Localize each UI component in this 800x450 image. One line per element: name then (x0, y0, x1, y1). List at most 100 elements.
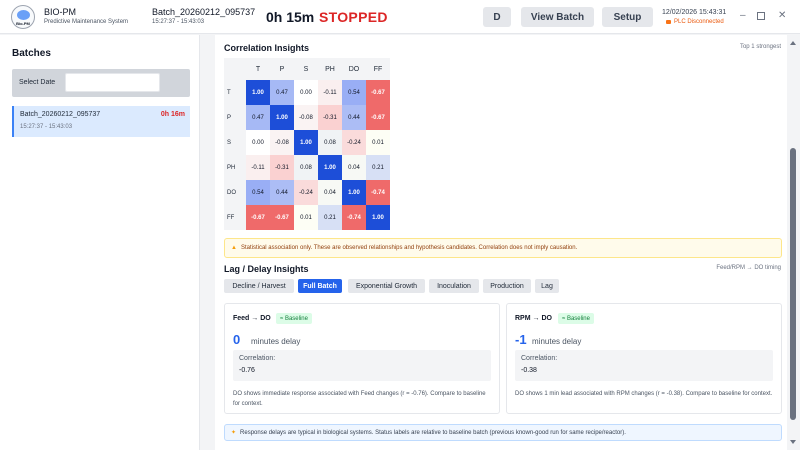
heatmap-cell: 0.08 (294, 155, 318, 180)
heatmap-cell: 0.00 (246, 130, 270, 155)
scroll-up-icon[interactable] (790, 41, 796, 45)
correlation-box: Correlation: -0.38 (515, 350, 773, 381)
heatmap-col-label: FF (373, 65, 383, 73)
heatmap-cell: 0.44 (342, 105, 366, 130)
app-logo: Bio-PM (11, 5, 35, 29)
heatmap-col-label: DO (348, 65, 360, 73)
maximize-icon[interactable] (757, 12, 765, 20)
heatmap-cell: -0.67 (270, 205, 294, 230)
heatmap-cell: -0.08 (294, 105, 318, 130)
heatmap-col-label: T (255, 65, 261, 73)
batches-sidebar: Batches Select Date Batch_20260212_09573… (0, 35, 200, 450)
heatmap-cell: -0.67 (366, 80, 390, 105)
heatmap-row-label: P (227, 114, 232, 121)
sidebar-title: Batches (12, 48, 51, 59)
main-content: Correlation Insights Top 1 strongest T T P… (215, 35, 789, 450)
tab-inoculation[interactable]: Inoculation (429, 279, 479, 293)
correlation-heatmap: T T P P S S PH PH DO DO FF FF 1.00 0.47 0.00 -0.11 0.54-… (224, 58, 390, 230)
info-note-text: Response delays are typical in biologica… (240, 429, 626, 436)
heatmap-cell: -0.67 (366, 105, 390, 130)
date-filter: Select Date (12, 69, 190, 97)
lag-unit: minutes delay (532, 337, 582, 346)
heatmap-cell: 0.04 (342, 155, 366, 180)
correlation-value: -0.38 (521, 367, 537, 374)
heatmap-row-label: PH (227, 164, 236, 171)
scroll-down-icon[interactable] (790, 440, 796, 444)
main-scrollbar[interactable] (787, 35, 800, 450)
heatmap-cell: -0.31 (270, 155, 294, 180)
heatmap-cell: 0.47 (270, 80, 294, 105)
tab-decline-harvest[interactable]: Decline / Harvest (224, 279, 294, 293)
scroll-thumb[interactable] (790, 148, 796, 420)
baseline-badge: ≈ Baseline (558, 313, 594, 324)
warning-icon: ▲ (231, 245, 237, 251)
current-datetime: 12/02/2026 15:43:31 (662, 9, 727, 16)
date-label: Select Date (19, 79, 56, 86)
heatmap-cell: 0.21 (318, 205, 342, 230)
lag-description: DO shows 1 min lead associated with RPM … (515, 391, 773, 397)
heatmap-cell: -0.24 (294, 180, 318, 205)
correlation-label: Correlation: (239, 355, 276, 362)
plc-status: PLC Disconnected (666, 19, 724, 25)
heatmap-col-label: PH (325, 65, 335, 73)
heatmap-cell: 1.00 (318, 155, 342, 180)
run-status: STOPPED (319, 9, 388, 25)
plc-status-icon (666, 20, 671, 24)
heatmap-col-label: S (303, 65, 309, 73)
heatmap-cell: 0.44 (270, 180, 294, 205)
app-header: Bio-PM BIO-PM Predictive Maintenance Sys… (0, 0, 800, 34)
heatmap-cell: 0.01 (366, 130, 390, 155)
tab-exponential-growth[interactable]: Exponential Growth (348, 279, 425, 293)
heatmap-row-label: T (227, 89, 231, 96)
lag-unit: minutes delay (251, 337, 301, 346)
correlation-box: Correlation: -0.76 (233, 350, 491, 381)
current-batch-time: 15:27:37 - 15:43:03 (152, 19, 205, 25)
lag-card-title: RPM → DO (515, 315, 552, 322)
lag-description: DO shows immediate response associated w… (233, 391, 486, 407)
tab-full-batch[interactable]: Full Batch (298, 279, 342, 293)
lightbulb-icon: ✦ (231, 430, 237, 436)
heatmap-cell: 0.08 (318, 130, 342, 155)
minimize-icon[interactable]: – (740, 10, 746, 22)
lag-card-rpm-do: RPM → DO ≈ Baseline -1 minutes delay Cor… (506, 303, 782, 414)
heatmap-col-label: P (279, 65, 285, 73)
heatmap-cell: 0.01 (294, 205, 318, 230)
lag-value: -1 (515, 332, 527, 347)
heatmap-cell: -0.24 (342, 130, 366, 155)
batch-runtime: 0h 15m (266, 9, 315, 25)
heatmap-cell: 1.00 (246, 80, 270, 105)
batch-item-duration: 0h 16m (160, 111, 185, 118)
heatmap-cell: -0.11 (318, 80, 342, 105)
heatmap-cell: 0.04 (318, 180, 342, 205)
lag-right-label: Feed/RPM → DO timing (716, 265, 781, 271)
heatmap-cell: -0.74 (366, 180, 390, 205)
d-button[interactable]: D (483, 7, 511, 27)
correlation-value: -0.76 (239, 367, 255, 374)
tab-production[interactable]: Production (483, 279, 531, 293)
view-batch-button[interactable]: View Batch (521, 7, 594, 27)
disclaimer-text: Statistical association only. These are … (240, 245, 578, 251)
lag-card-feed-do: Feed → DO ≈ Baseline 0 minutes delay Cor… (224, 303, 500, 414)
app-subtitle: Predictive Maintenance System (44, 19, 129, 25)
correlation-title: Correlation Insights (224, 43, 310, 53)
batch-list-item[interactable]: Batch_20260212_095737 0h 16m 15:27:37 - … (12, 106, 190, 137)
correlation-right-label: Top 1 strongest (739, 44, 781, 50)
heatmap-cell: -0.31 (318, 105, 342, 130)
heatmap-cell: 0.54 (342, 80, 366, 105)
heatmap-cell: 1.00 (366, 205, 390, 230)
heatmap-cell: -0.08 (270, 130, 294, 155)
heatmap-cell: 0.21 (366, 155, 390, 180)
lag-title: Lag / Delay Insights (224, 264, 309, 274)
heatmap-cell: -0.11 (246, 155, 270, 180)
batch-item-name: Batch_20260212_095737 (20, 111, 101, 118)
setup-button[interactable]: Setup (602, 7, 653, 27)
heatmap-row-label: S (227, 139, 232, 146)
heatmap-cell: 1.00 (294, 130, 318, 155)
date-input[interactable] (65, 73, 160, 92)
heatmap-row-label: FF (227, 214, 235, 221)
close-icon[interactable]: ✕ (778, 10, 786, 22)
heatmap-cell: 1.00 (342, 180, 366, 205)
heatmap-cell: -0.67 (246, 205, 270, 230)
tab-lag[interactable]: Lag (535, 279, 559, 293)
baseline-badge: ≈ Baseline (276, 313, 312, 324)
